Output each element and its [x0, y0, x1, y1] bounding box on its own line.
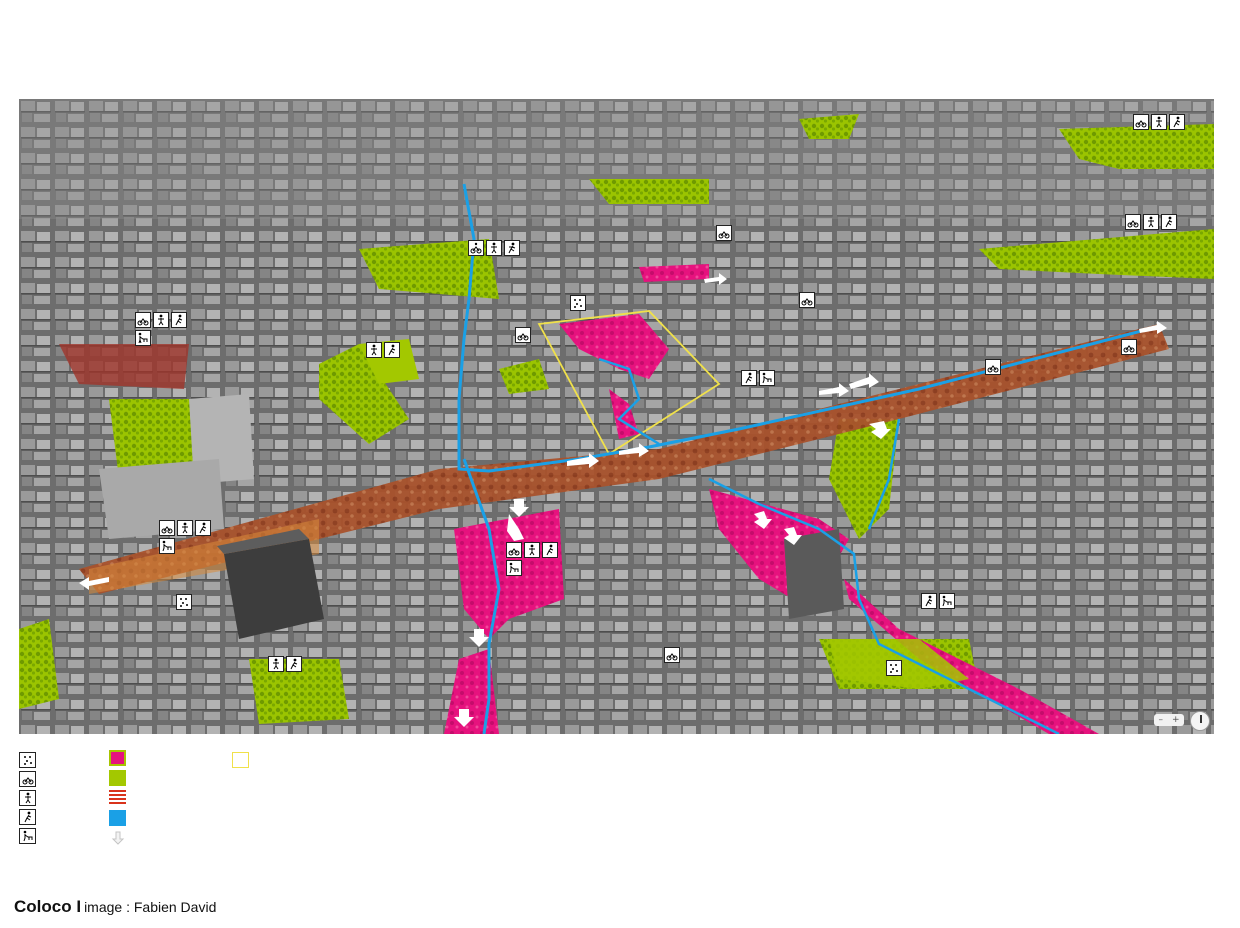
dog-walking-icon: [939, 593, 955, 609]
cycling-icon: [506, 542, 522, 558]
gardening-icon: [176, 594, 192, 610]
zoom-in-button[interactable]: +: [1172, 715, 1180, 725]
marker-group[interactable]: [921, 593, 955, 609]
cycling-icon: [664, 647, 680, 663]
cycling-icon: [468, 240, 484, 256]
child-play-icon: [1143, 214, 1159, 230]
cycling-icon: [19, 771, 36, 787]
cycling-icon: [515, 327, 531, 343]
zoom-out-button[interactable]: –: [1158, 715, 1163, 725]
dog-walking-icon: [19, 828, 36, 844]
aerial-map[interactable]: – +: [19, 99, 1214, 734]
marker-group[interactable]: [1125, 214, 1177, 230]
legend-swatch-boulevard: [109, 790, 126, 806]
running-icon: [921, 593, 937, 609]
running-icon: [19, 809, 36, 825]
legend-swatch-public-space: [109, 750, 126, 766]
marker-group[interactable]: [468, 240, 520, 256]
legend-swatches: [109, 750, 126, 846]
marker-group[interactable]: [985, 359, 1001, 375]
gardening-icon: [19, 752, 36, 768]
cycling-icon: [1121, 339, 1137, 355]
legend-swatch-project-outline: [232, 752, 249, 768]
legend-swatch-vegetation: [109, 770, 126, 786]
running-icon: [286, 656, 302, 672]
marker-group[interactable]: [366, 342, 400, 358]
cycling-icon: [1133, 114, 1149, 130]
running-icon: [384, 342, 400, 358]
dog-walking-icon: [506, 560, 522, 576]
cycling-icon: [985, 359, 1001, 375]
marker-group[interactable]: [1133, 114, 1185, 130]
dog-walking-icon: [159, 538, 175, 554]
cycling-icon: [1125, 214, 1141, 230]
legend-pictograms: [19, 752, 36, 844]
child-play-icon: [486, 240, 502, 256]
gardening-icon: [886, 660, 902, 676]
cycling-icon: [159, 520, 175, 536]
map-drawing: [19, 99, 1214, 734]
public-space: [639, 264, 709, 282]
marker-group[interactable]: [135, 312, 193, 346]
caption-credit: image : Fabien David: [84, 899, 217, 915]
running-icon: [741, 370, 757, 386]
running-icon: [504, 240, 520, 256]
child-play-icon: [366, 342, 382, 358]
running-icon: [542, 542, 558, 558]
marker-group[interactable]: [664, 647, 680, 663]
gardening-icon: [570, 295, 586, 311]
zoom-control[interactable]: – +: [1154, 714, 1184, 726]
cycling-icon: [716, 225, 732, 241]
marker-group[interactable]: [159, 520, 217, 554]
marker-group[interactable]: [1121, 339, 1137, 355]
child-play-icon: [153, 312, 169, 328]
marker-group[interactable]: [515, 327, 531, 343]
running-icon: [1161, 214, 1177, 230]
marker-group[interactable]: [176, 594, 192, 610]
child-play-icon: [524, 542, 540, 558]
caption-brand: Coloco I: [14, 897, 82, 916]
legend-arrow-icon: [109, 830, 126, 846]
marker-group[interactable]: [570, 295, 586, 311]
child-play-icon: [1151, 114, 1167, 130]
green-space: [589, 179, 709, 204]
child-play-icon: [177, 520, 193, 536]
marker-group[interactable]: [741, 370, 775, 386]
dog-walking-icon: [759, 370, 775, 386]
dog-walking-icon: [135, 330, 151, 346]
running-icon: [1169, 114, 1185, 130]
marker-group[interactable]: [799, 292, 815, 308]
cycling-icon: [135, 312, 151, 328]
running-icon: [171, 312, 187, 328]
child-play-icon: [19, 790, 36, 806]
boulevard-hatched-area: [59, 344, 189, 389]
compass-icon[interactable]: [1190, 711, 1210, 731]
marker-group[interactable]: [886, 660, 902, 676]
marker-group[interactable]: [716, 225, 732, 241]
child-play-icon: [268, 656, 284, 672]
image-caption: Coloco I image : Fabien David: [14, 897, 216, 917]
marker-group[interactable]: [506, 542, 564, 576]
legend-swatch-water: [109, 810, 126, 826]
running-icon: [195, 520, 211, 536]
marker-group[interactable]: [268, 656, 302, 672]
cycling-icon: [799, 292, 815, 308]
